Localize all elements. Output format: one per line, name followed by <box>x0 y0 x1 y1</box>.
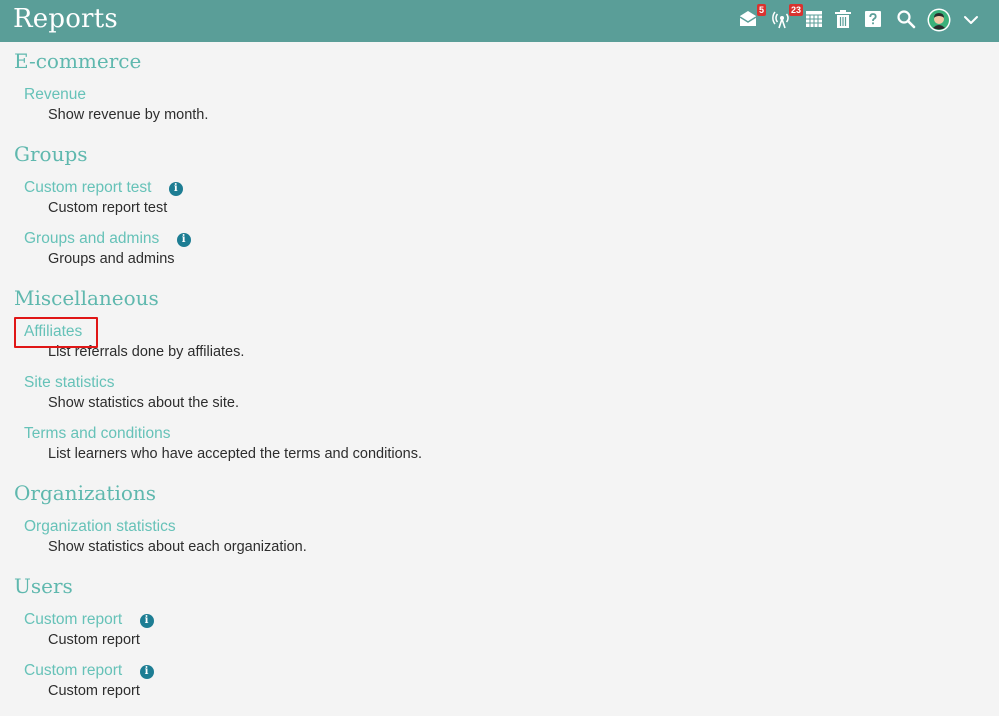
report-link-organization-statistics[interactable]: Organization statistics <box>24 518 176 536</box>
chevron-down-icon[interactable] <box>962 9 984 31</box>
report-desc-groups-and-admins: Groups and admins <box>48 251 175 267</box>
report-link-affiliates[interactable]: Affiliates <box>24 323 82 341</box>
report-link-custom-report-test[interactable]: Custom report test <box>24 179 152 196</box>
category-organizations: Organizations <box>14 481 157 505</box>
avatar[interactable] <box>927 8 951 32</box>
report-item-custom-report-1: Custom report i <box>24 611 154 629</box>
mail-icon[interactable]: 5 <box>738 4 766 31</box>
report-link-site-statistics[interactable]: Site statistics <box>24 374 114 392</box>
trash-icon[interactable] <box>834 9 856 31</box>
report-desc-revenue: Show revenue by month. <box>48 107 209 123</box>
report-item-groups-and-admins: Groups and admins i <box>24 230 191 248</box>
category-users: Users <box>14 574 73 598</box>
notifications-count-badge: 23 <box>788 4 803 16</box>
report-desc-custom-report-2: Custom report <box>48 683 140 699</box>
info-icon[interactable]: i <box>139 665 154 679</box>
report-desc-site-statistics: Show statistics about the site. <box>48 395 240 411</box>
report-link-groups-and-admins[interactable]: Groups and admins <box>24 230 159 247</box>
report-link-terms-and-conditions[interactable]: Terms and conditions <box>24 425 170 443</box>
page-title: Reports <box>13 4 118 34</box>
report-desc-custom-report-test: Custom report test <box>48 200 168 216</box>
report-item-custom-report-test: Custom report test i <box>24 179 183 197</box>
report-desc-custom-report-1: Custom report <box>48 632 140 648</box>
search-icon[interactable] <box>896 9 918 31</box>
messages-count-badge: 5 <box>756 4 766 16</box>
category-ecommerce: E-commerce <box>14 49 142 73</box>
top-bar: Reports 5 23 <box>0 0 999 42</box>
calendar-grid-icon[interactable] <box>805 9 827 31</box>
category-miscellaneous: Miscellaneous <box>14 286 159 310</box>
report-desc-terms-and-conditions: List learners who have accepted the term… <box>48 446 422 462</box>
report-desc-organization-statistics: Show statistics about each organization. <box>48 539 307 555</box>
report-link-custom-report-1[interactable]: Custom report <box>24 611 122 628</box>
report-desc-affiliates: List referrals done by affiliates. <box>48 344 245 360</box>
report-item-custom-report-2: Custom report i <box>24 662 154 680</box>
info-icon[interactable]: i <box>168 182 183 196</box>
info-icon[interactable]: i <box>176 233 191 247</box>
report-link-custom-report-2[interactable]: Custom report <box>24 662 122 679</box>
category-groups: Groups <box>14 142 88 166</box>
help-icon[interactable] <box>864 9 886 31</box>
broadcast-icon[interactable]: 23 <box>772 4 803 31</box>
report-link-revenue[interactable]: Revenue <box>24 86 86 104</box>
info-icon[interactable]: i <box>139 614 154 628</box>
